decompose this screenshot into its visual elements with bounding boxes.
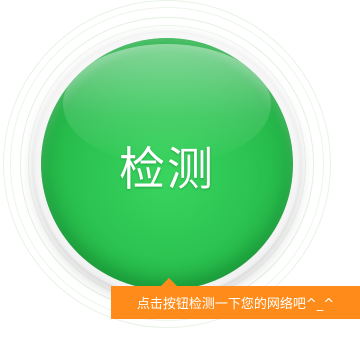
detect-button-label: 检测 xyxy=(119,142,215,196)
hint-tooltip: 点击按钮检测一下您的网络吧^_^ xyxy=(111,278,360,319)
hint-text: 点击按钮检测一下您的网络吧^_^ xyxy=(136,297,335,312)
detect-button[interactable]: 检测 xyxy=(41,38,293,290)
network-check-panel: 检测 点击按钮检测一下您的网络吧^_^ xyxy=(0,0,360,360)
